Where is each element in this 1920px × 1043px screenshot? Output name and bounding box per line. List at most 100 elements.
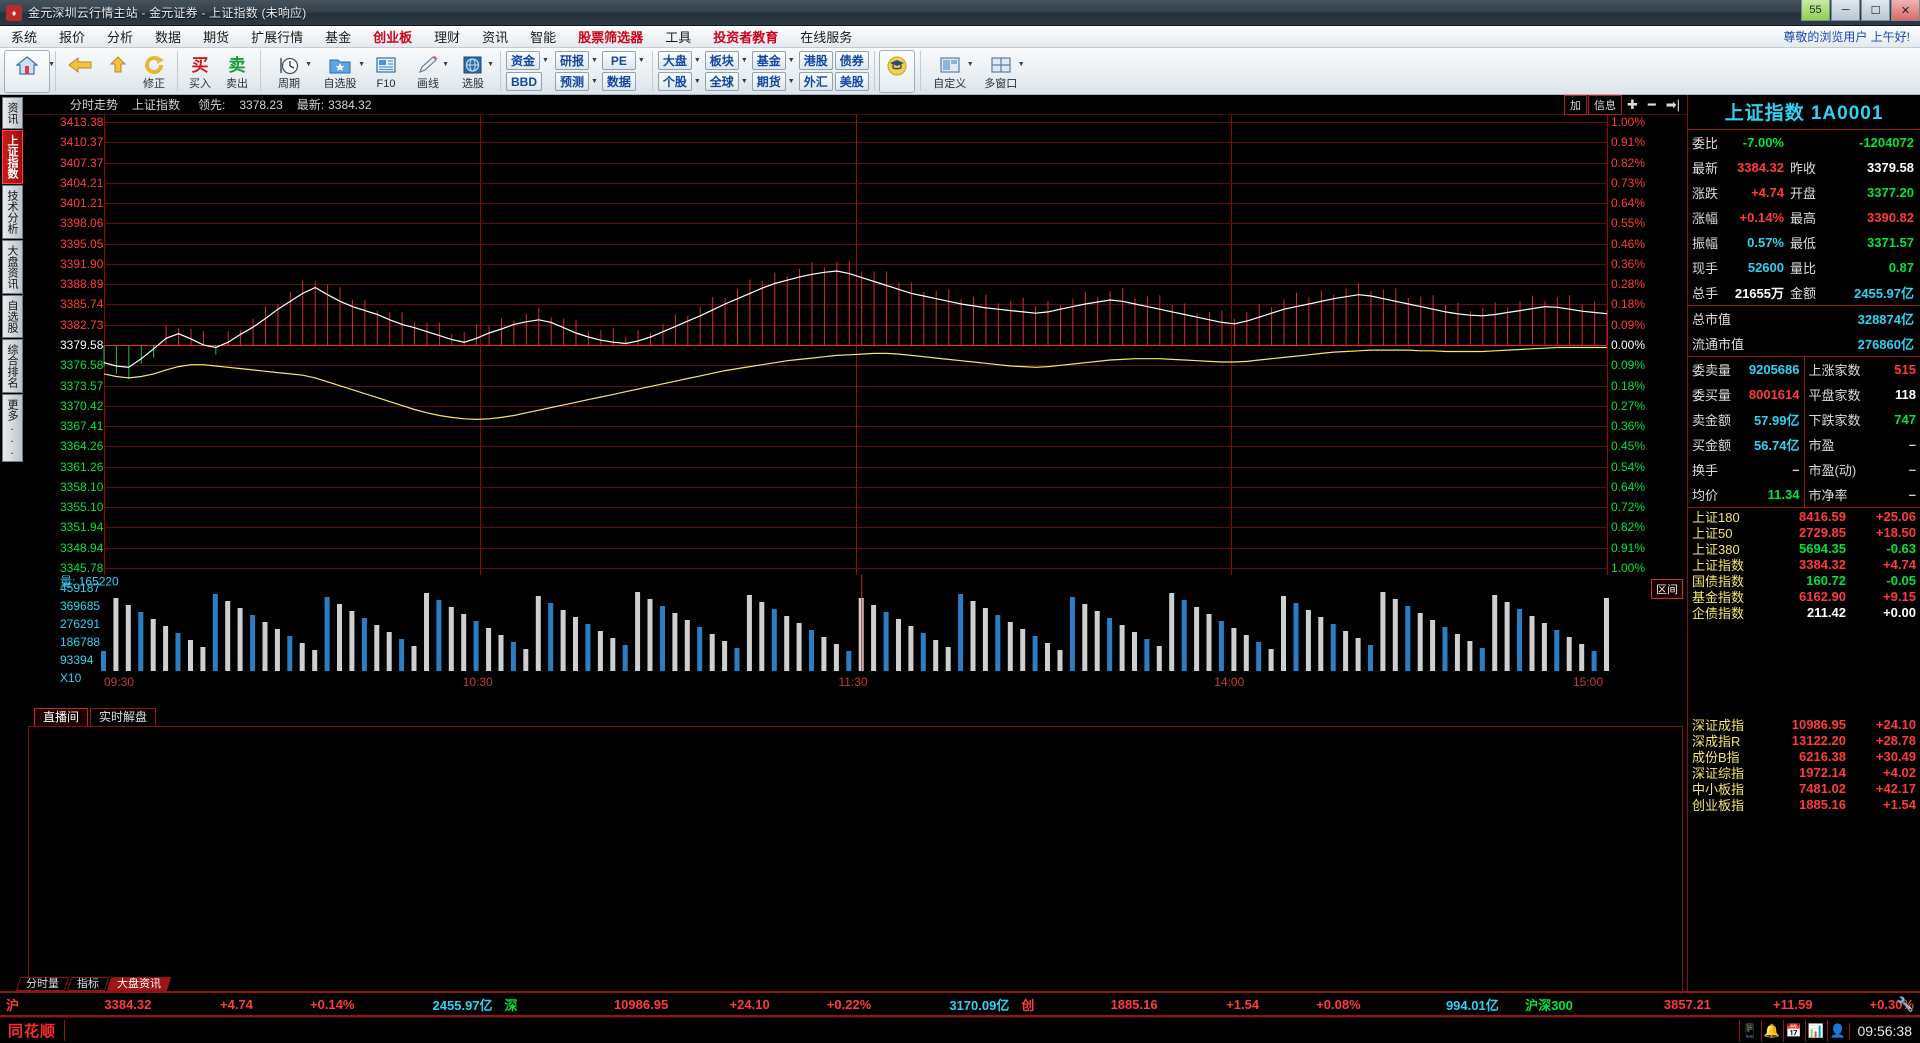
tab-realtime-commentary[interactable]: 实时解盘 <box>90 708 157 726</box>
menu-item-investor-education[interactable]: 投资者教育 <box>702 25 789 48</box>
index-list-shenzhen[interactable]: 深证成指 10986.95 +24.10 深成指R 13122.20 +28.78 成份B指… <box>1688 716 1920 813</box>
sidebar-item-watchlist[interactable]: 自选股 <box>1 295 23 338</box>
menu-item-fund[interactable]: 基金 <box>314 25 362 48</box>
menu-item-futures[interactable]: 期货 <box>192 25 240 48</box>
sidebar-item-market-news[interactable]: 大盘资讯 <box>1 240 23 294</box>
home-button[interactable]: ▼ <box>4 50 55 93</box>
chevron-down-icon-futures[interactable]: ▼ <box>786 78 797 85</box>
menu-item-wealth[interactable]: 理财 <box>423 25 471 48</box>
chevron-down-icon-custom[interactable]: ▼ <box>967 61 974 68</box>
chevron-down-icon-fund[interactable]: ▼ <box>786 57 797 64</box>
ticker-item[interactable]: 2455.97亿 <box>360 995 498 1014</box>
ticker-item[interactable]: 3857.21 <box>1579 997 1717 1012</box>
chevron-down-icon-global[interactable]: ▼ <box>739 78 750 85</box>
ticker-item[interactable]: +24.10 <box>674 997 776 1012</box>
ticker-item[interactable]: 1885.16 <box>1044 997 1164 1012</box>
mini-stock[interactable]: 个股 <box>657 72 692 91</box>
chevron-down-icon-screener[interactable]: ▼ <box>487 61 494 68</box>
ticker-item[interactable]: 深 <box>499 995 537 1014</box>
mini-bond[interactable]: 债券 <box>834 51 869 70</box>
minimize-button[interactable]: ─ <box>1831 0 1860 21</box>
chevron-down-icon-stock[interactable]: ▼ <box>692 78 703 85</box>
menu-item-smart[interactable]: 智能 <box>519 25 567 48</box>
back-button[interactable] <box>60 50 100 93</box>
ticker-item[interactable]: +0.14% <box>259 997 361 1012</box>
volume-chart[interactable]: 459187 369685 276291 186788 93394 X10 量: 1652… <box>24 575 1687 685</box>
chevron-down-icon-multiwindow[interactable]: ▼ <box>1018 61 1025 68</box>
menu-item-quote[interactable]: 报价 <box>48 25 96 48</box>
index-row[interactable]: 创业板指 1885.16 +1.54 <box>1688 796 1920 813</box>
ticker-item[interactable]: 994.01亿 <box>1367 995 1505 1014</box>
mini-sector[interactable]: 板块 <box>704 51 739 70</box>
index-list-shanghai[interactable]: 上证180 8416.59 +25.06 上证50 2729.85 +18.50 上证380… <box>1688 508 1920 621</box>
add-button[interactable]: 加 <box>1563 94 1587 115</box>
mini-forex[interactable]: 外汇 <box>798 72 833 91</box>
mini-us-stock[interactable]: 美股 <box>834 72 869 91</box>
menu-item-analysis[interactable]: 分析 <box>96 25 144 48</box>
chevron-down-icon-capital[interactable]: ▼ <box>540 57 551 64</box>
chevron-down-icon-market[interactable]: ▼ <box>692 57 703 64</box>
draw-button[interactable]: 画线 ▼ <box>406 50 450 93</box>
buy-button[interactable]: 买 买入 <box>182 50 218 93</box>
sidebar-item-sse-index[interactable]: 上证指数 <box>1 130 23 184</box>
mini-data[interactable]: 数据 <box>601 72 636 91</box>
window-buttons[interactable]: 55 ─ ☐ ✕ <box>1800 0 1920 22</box>
chevron-down-icon-period[interactable]: ▼ <box>305 61 312 68</box>
chevron-down-icon-draw[interactable]: ▼ <box>442 61 449 68</box>
close-button[interactable]: ✕ <box>1891 0 1920 21</box>
mini-research[interactable]: 研报 <box>554 51 589 70</box>
ticker-item[interactable]: 沪 <box>0 995 38 1014</box>
ticker-item[interactable]: +1.54 <box>1164 997 1266 1012</box>
sidebar-item-technical-analysis[interactable]: 技术分析 <box>1 185 23 239</box>
zone-button[interactable]: 区间 <box>1651 579 1683 599</box>
mini-capital[interactable]: 资金 <box>506 51 541 70</box>
chevron-down-icon-forecast[interactable]: ▼ <box>589 78 600 85</box>
chevron-down-icon-pe[interactable]: ▼ <box>636 57 647 64</box>
chevron-down-icon-research[interactable]: ▼ <box>589 57 600 64</box>
phone-icon[interactable]: 📱 <box>1738 1019 1761 1042</box>
ticker-item[interactable]: 3170.09亿 <box>877 995 1015 1014</box>
ticker-item[interactable]: 10986.95 <box>536 997 674 1012</box>
expand-icon[interactable]: ➡| <box>1661 97 1685 113</box>
tab-indicator[interactable]: 指标 <box>66 977 110 991</box>
mini-fund[interactable]: 基金 <box>751 51 786 70</box>
menu-item-data[interactable]: 数据 <box>144 25 192 48</box>
mini-hk[interactable]: 港股 <box>798 51 833 70</box>
index-row[interactable]: 企债指数 211.42 +0.00 <box>1688 604 1920 621</box>
wrench-icon[interactable]: 🔧 <box>1897 996 1914 1013</box>
education-button[interactable] <box>878 50 915 93</box>
ticker-item[interactable]: 创 <box>1015 995 1043 1014</box>
mini-pe[interactable]: PE <box>601 51 636 70</box>
sidebar-item-news[interactable]: 资讯 <box>1 97 23 129</box>
menu-item-chinext[interactable]: 创业板 <box>362 25 423 48</box>
tab-live-room[interactable]: 直播间 <box>34 708 89 726</box>
f10-button[interactable]: F10 <box>367 50 405 93</box>
mini-global[interactable]: 全球 <box>704 72 739 91</box>
bell-icon[interactable]: 🔔 <box>1760 1019 1783 1042</box>
menu-item-news[interactable]: 资讯 <box>471 25 519 48</box>
maximize-button[interactable]: ☐ <box>1861 0 1890 21</box>
mini-forecast[interactable]: 预测 <box>554 72 589 91</box>
ticker-item[interactable]: +0.08% <box>1265 997 1367 1012</box>
sidebar-item-ranking[interactable]: 综合排名 <box>1 339 23 393</box>
screener-button[interactable]: 选股 ▼ <box>451 50 495 93</box>
user-icon[interactable]: 👤 <box>1826 1019 1849 1042</box>
ticker-item[interactable]: 3384.32 <box>38 997 158 1012</box>
menu-item-stock-screener[interactable]: 股票筛选器 <box>567 25 654 48</box>
custom-layout-button[interactable]: 自定义 ▼ <box>925 50 975 93</box>
chevron-down-icon-watchlist[interactable]: ▼ <box>358 61 365 68</box>
ticker-item[interactable]: +11.59 <box>1717 997 1819 1012</box>
sell-button[interactable]: 卖 卖出 <box>219 50 255 93</box>
menu-item-extended-quotes[interactable]: 扩展行情 <box>240 25 314 48</box>
badge-indicator[interactable]: 55 <box>1801 0 1830 21</box>
tab-intraday-volume[interactable]: 分时量 <box>15 977 70 991</box>
info-button[interactable]: 信息 <box>1587 94 1622 115</box>
chart-icon[interactable]: 📊 <box>1804 1019 1827 1042</box>
tab-market-news[interactable]: 大盘资讯 <box>106 977 172 991</box>
period-button[interactable]: 周期 ▼ <box>265 50 313 93</box>
ticker-item[interactable]: +4.74 <box>157 997 259 1012</box>
menu-item-online-service[interactable]: 在线服务 <box>789 25 863 48</box>
menu-item-system[interactable]: 系统 <box>0 25 48 48</box>
sidebar-item-more[interactable]: 更多... <box>1 394 23 462</box>
mini-bbd[interactable]: BBD <box>506 72 542 91</box>
